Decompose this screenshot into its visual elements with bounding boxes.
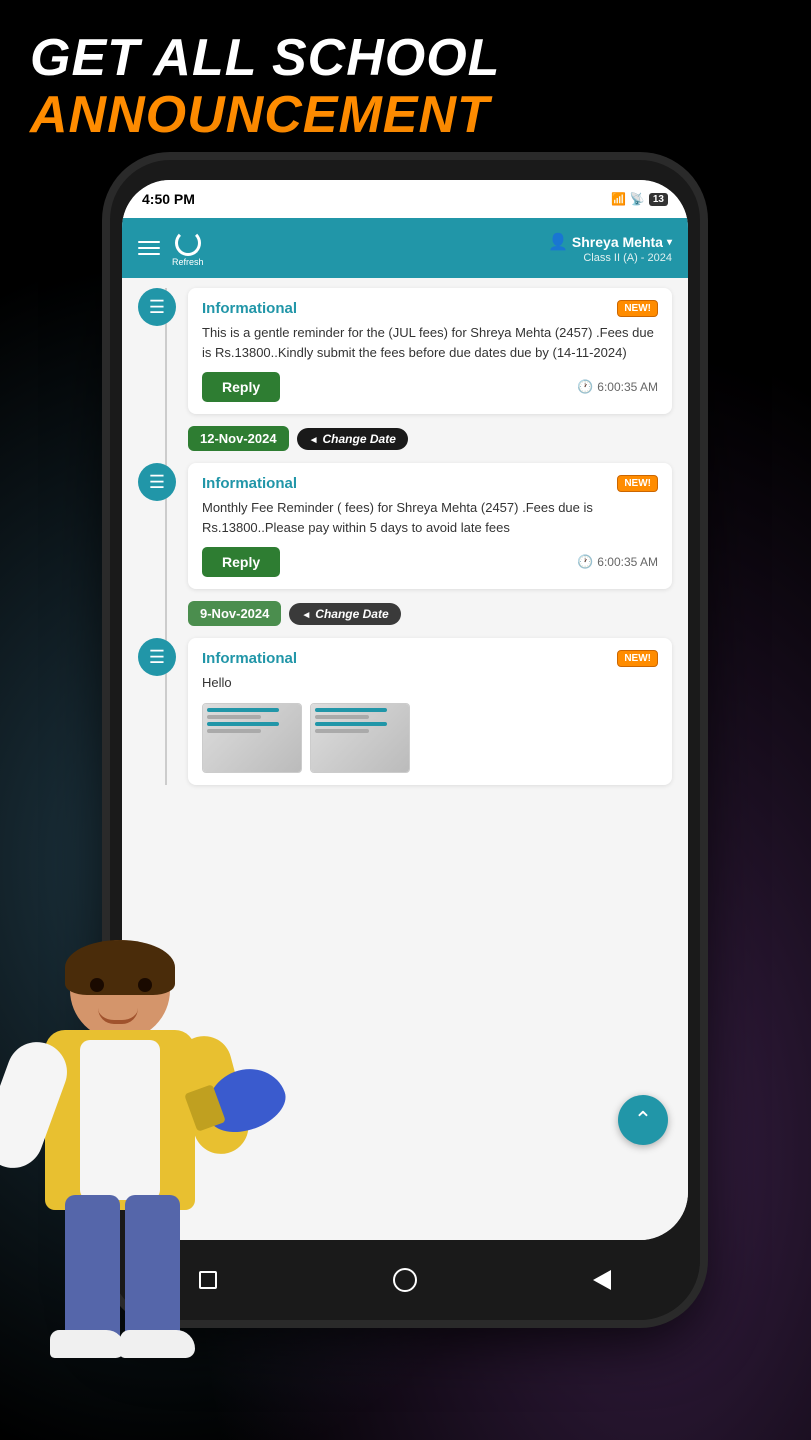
- nav-back-button[interactable]: [588, 1266, 616, 1294]
- reply-button-2[interactable]: Reply: [202, 547, 280, 577]
- header-left: Refresh: [138, 230, 204, 267]
- card-type-1: Informational: [202, 300, 297, 317]
- headline-section: GET ALL SCHOOL ANNOUNCEMENT: [30, 30, 781, 144]
- card-type-2: Informational: [202, 475, 297, 492]
- card-header-1: Informational NEW!: [202, 300, 658, 317]
- message-block-2: ☰ Informational NEW! Monthly Fee Reminde…: [138, 463, 672, 589]
- new-badge-1: NEW!: [617, 300, 658, 317]
- hamburger-menu[interactable]: [138, 241, 160, 255]
- timeline: ☰ Informational NEW! This is a gentle re…: [122, 288, 688, 785]
- message-card-3: Informational NEW! Hello: [188, 638, 672, 785]
- card-footer-1: Reply 🕐 6:00:35 AM: [202, 372, 658, 402]
- signal-icon: 📶: [611, 192, 626, 206]
- scroll-up-button[interactable]: ⌃: [618, 1095, 668, 1145]
- clock-icon-2: 🕐: [577, 554, 593, 570]
- date-badge-2[interactable]: 9-Nov-2024: [188, 601, 281, 626]
- battery-icon: 13: [649, 193, 668, 206]
- timestamp-1: 🕐 6:00:35 AM: [577, 379, 658, 395]
- card-header-3: Informational NEW!: [202, 650, 658, 667]
- date-separator-1: 12-Nov-2024 Change Date: [188, 426, 672, 451]
- status-bar: 4:50 PM 📶 📡 13: [122, 180, 688, 218]
- refresh-icon: [175, 230, 201, 256]
- message-card-2: Informational NEW! Monthly Fee Reminder …: [188, 463, 672, 589]
- message-card-1: Informational NEW! This is a gentle remi…: [188, 288, 672, 414]
- card-footer-2: Reply 🕐 6:00:35 AM: [202, 547, 658, 577]
- refresh-button[interactable]: Refresh: [172, 230, 204, 267]
- avatar-1: ☰: [138, 288, 176, 326]
- new-badge-2: NEW!: [617, 475, 658, 492]
- avatar-icon-1: ☰: [149, 297, 165, 318]
- status-icons: 📶 📡 13: [611, 192, 668, 206]
- card-body-3: Hello: [202, 673, 658, 693]
- character-figure: [0, 940, 260, 1440]
- status-time: 4:50 PM: [142, 191, 195, 207]
- headline-line2: ANNOUNCEMENT: [30, 87, 781, 144]
- user-name[interactable]: 👤 Shreya Mehta ▾: [548, 232, 672, 252]
- new-badge-3: NEW!: [617, 650, 658, 667]
- change-date-badge-2[interactable]: Change Date: [289, 603, 400, 625]
- card-type-3: Informational: [202, 650, 297, 667]
- timestamp-text-1: 6:00:35 AM: [597, 380, 658, 394]
- nav-triangle-icon: [593, 1270, 611, 1290]
- app-header: Refresh 👤 Shreya Mehta ▾ Class II (A) - …: [122, 218, 688, 278]
- thumbnail-1: [202, 703, 302, 773]
- timestamp-text-2: 6:00:35 AM: [597, 555, 658, 569]
- avatar-3: ☰: [138, 638, 176, 676]
- card-header-2: Informational NEW!: [202, 475, 658, 492]
- message-block-3: ☰ Informational NEW! Hello: [138, 638, 672, 785]
- date-badge-1[interactable]: 12-Nov-2024: [188, 426, 289, 451]
- timestamp-2: 🕐 6:00:35 AM: [577, 554, 658, 570]
- avatar-icon-2: ☰: [149, 472, 165, 493]
- class-label: Class II (A) - 2024: [548, 252, 672, 264]
- card-body-2: Monthly Fee Reminder ( fees) for Shreya …: [202, 498, 658, 537]
- dropdown-arrow-icon: ▾: [667, 237, 672, 248]
- change-date-badge-1[interactable]: Change Date: [297, 428, 408, 450]
- thumbnails: [202, 703, 658, 773]
- wifi-icon: 📡: [630, 192, 645, 206]
- date-separator-2: 9-Nov-2024 Change Date: [188, 601, 672, 626]
- nav-home-button[interactable]: [391, 1266, 419, 1294]
- avatar-icon-3: ☰: [149, 647, 165, 668]
- user-icon: 👤: [548, 232, 568, 252]
- refresh-label: Refresh: [172, 257, 204, 267]
- nav-circle-icon: [393, 1268, 417, 1292]
- header-right: 👤 Shreya Mehta ▾ Class II (A) - 2024: [548, 232, 672, 264]
- headline-line1: GET ALL SCHOOL: [30, 30, 781, 87]
- thumbnail-2: [310, 703, 410, 773]
- card-body-1: This is a gentle reminder for the (JUL f…: [202, 323, 658, 362]
- reply-button-1[interactable]: Reply: [202, 372, 280, 402]
- message-block-1: ☰ Informational NEW! This is a gentle re…: [138, 288, 672, 414]
- scroll-up-icon: ⌃: [634, 1107, 652, 1133]
- clock-icon-1: 🕐: [577, 379, 593, 395]
- avatar-2: ☰: [138, 463, 176, 501]
- user-name-text: Shreya Mehta: [572, 234, 663, 250]
